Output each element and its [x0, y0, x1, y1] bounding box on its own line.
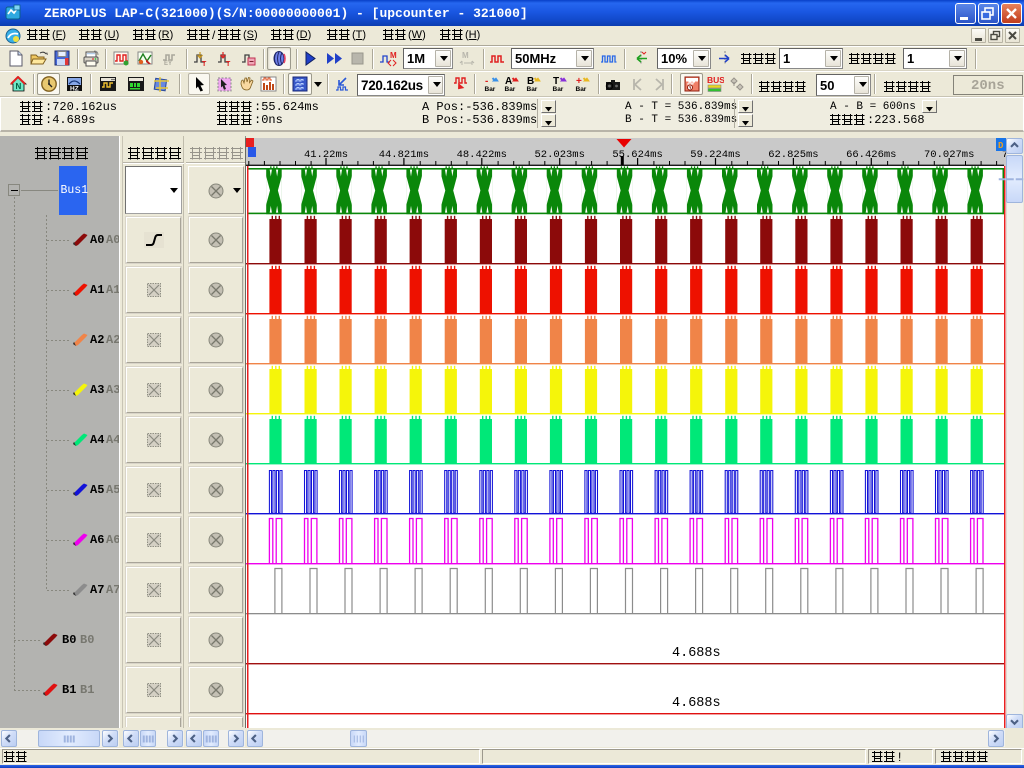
- svg-text:BUS: BUS: [707, 76, 724, 85]
- svg-text:D: D: [998, 141, 1004, 151]
- svg-text:M: M: [462, 51, 469, 60]
- svg-text:4.688s: 4.688s: [672, 646, 721, 661]
- svg-text:Bar: Bar: [553, 86, 564, 93]
- svg-text:M: M: [390, 51, 397, 60]
- svg-text:Bar: Bar: [576, 86, 587, 93]
- svg-text:4.688s: 4.688s: [672, 696, 721, 711]
- svg-text:Bar: Bar: [527, 86, 538, 93]
- svg-text:Bar: Bar: [485, 86, 496, 93]
- svg-text:Bar: Bar: [505, 86, 516, 93]
